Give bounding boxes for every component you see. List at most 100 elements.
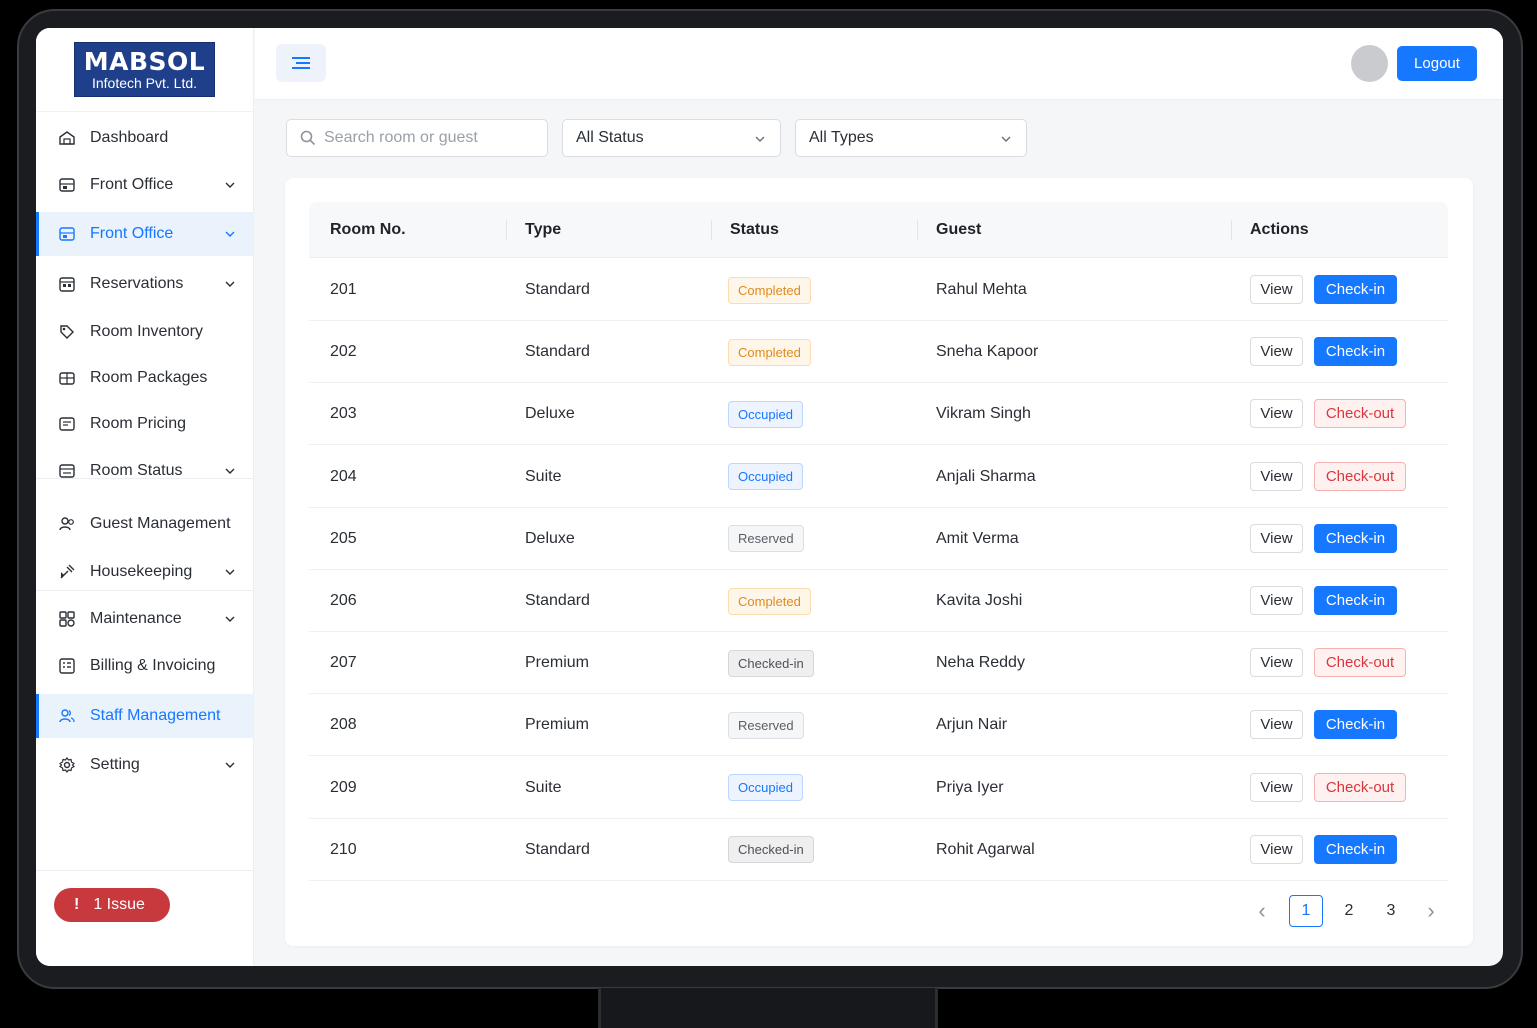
status-badge: Completed (728, 587, 811, 615)
page-button-3[interactable]: 3 (1374, 895, 1408, 927)
sidebar-item-front-office[interactable]: Front Office (36, 212, 254, 256)
sidebar-item-front-office[interactable]: Front Office (36, 163, 254, 207)
status-cell: Checked-in (728, 819, 814, 881)
type-filter-select[interactable]: All Types (795, 119, 1027, 157)
table-header: Room No. Type Status Guest Actions (309, 202, 1448, 258)
sidebar-item-maintenance[interactable]: Maintenance (36, 597, 254, 641)
user-avatar[interactable] (1351, 45, 1388, 82)
status-badge: Completed (728, 276, 811, 304)
view-button[interactable]: View (1250, 710, 1303, 740)
app-screen: MABSOL Infotech Pvt. Ltd. Dashboard Front… (36, 28, 1503, 966)
sidebar-item-housekeeping[interactable]: Housekeeping (36, 550, 254, 594)
sidebar-item-billing-invoicing[interactable]: Billing & Invoicing (36, 644, 254, 688)
logo-area: MABSOL Infotech Pvt. Ltd. (36, 28, 253, 112)
column-separator (1231, 220, 1232, 240)
check-in-button[interactable]: Check-in (1314, 523, 1397, 553)
view-button[interactable]: View (1250, 586, 1303, 615)
search-input[interactable] (324, 129, 524, 147)
status-badge: Occupied (728, 463, 803, 491)
view-button[interactable]: View (1250, 772, 1303, 802)
alert-icon: ! (74, 896, 80, 913)
chevron-down-icon (224, 758, 236, 770)
front-office-icon (58, 176, 76, 194)
room-type-cell: Deluxe (525, 405, 575, 423)
column-separator (506, 220, 507, 240)
view-button[interactable]: View (1250, 337, 1303, 367)
status-badge: Reserved (728, 525, 804, 553)
sidebar-item-room-status[interactable]: Room Status (36, 449, 254, 493)
sidebar-item-label: Reservations (90, 275, 184, 292)
table-row: 201 Standard Completed Rahul Mehta View Check… (309, 259, 1448, 321)
sidebar-item-room-inventory[interactable]: Room Inventory (36, 310, 254, 354)
chevron-down-icon (224, 612, 236, 624)
table-row: 202 Standard Completed Sneha Kapoor View Chec… (309, 321, 1448, 384)
sidebar-item-reservations[interactable]: Reservations (36, 262, 254, 306)
table-row: 210 Standard Checked-in Rohit Agarwal View Ch… (309, 819, 1448, 881)
check-out-button[interactable]: Check-out (1314, 461, 1406, 491)
prev-page-button[interactable]: ‹ (1247, 895, 1277, 927)
status-badge: Checked-in (728, 649, 814, 677)
logout-button[interactable]: Logout (1397, 46, 1477, 81)
rooms-table-card: Room No. Type Status Guest Actions 201 St… (285, 178, 1473, 946)
chevron-down-icon (224, 565, 236, 577)
check-out-button[interactable]: Check-out (1314, 399, 1406, 429)
chevron-down-icon (224, 464, 236, 476)
menu-icon (292, 57, 310, 69)
next-page-button[interactable]: › (1416, 895, 1446, 927)
check-out-button[interactable]: Check-out (1314, 648, 1406, 678)
issue-button[interactable]: ! 1 Issue (54, 888, 170, 922)
check-in-button[interactable]: Check-in (1314, 586, 1397, 615)
column-separator (917, 220, 918, 240)
staff-management-icon (58, 707, 76, 725)
status-badge: Occupied (728, 774, 803, 802)
nav-divider (36, 590, 254, 591)
status-badge: Checked-in (728, 836, 814, 864)
room-type-cell: Premium (525, 716, 590, 734)
sidebar-item-room-pricing[interactable]: Room Pricing (36, 402, 254, 446)
status-cell: Completed (728, 321, 811, 383)
column-header-type[interactable]: Type (525, 202, 561, 258)
check-in-button[interactable]: Check-in (1314, 834, 1397, 864)
chevron-down-icon (1001, 136, 1011, 142)
view-button[interactable]: View (1250, 461, 1303, 491)
check-in-button[interactable]: Check-in (1314, 275, 1397, 304)
room-number-cell: 209 (330, 778, 357, 796)
sidebar-item-label: Front Office (90, 176, 174, 193)
room-number-cell: 201 (330, 281, 357, 298)
room-type-cell: Suite (525, 467, 562, 485)
guest-name-cell: Rahul Mehta (936, 281, 1027, 298)
nav-divider (36, 478, 254, 479)
view-button[interactable]: View (1250, 275, 1303, 304)
guest-name-cell: Neha Reddy (936, 654, 1025, 672)
column-header-room[interactable]: Room No. (330, 202, 406, 258)
monitor-stand (598, 988, 938, 1028)
check-in-button[interactable]: Check-in (1314, 710, 1397, 740)
column-header-status[interactable]: Status (730, 202, 779, 258)
sidebar-item-dashboard[interactable]: Dashboard (36, 116, 254, 160)
status-cell: Reserved (728, 694, 804, 756)
room-number-cell: 207 (330, 654, 357, 672)
view-button[interactable]: View (1250, 648, 1303, 678)
check-out-button[interactable]: Check-out (1314, 772, 1406, 802)
sidebar-item-room-packages[interactable]: Room Packages (36, 356, 254, 400)
room-type-cell: Deluxe (525, 529, 575, 547)
room-number-cell: 208 (330, 716, 357, 734)
table-row: 209 Suite Occupied Priya Iyer View Check-out (309, 757, 1448, 819)
sidebar-item-staff-management[interactable]: Staff Management (36, 694, 254, 738)
issue-label: 1 Issue (93, 896, 145, 913)
brand-logo[interactable]: MABSOL Infotech Pvt. Ltd. (74, 42, 215, 97)
view-button[interactable]: View (1250, 834, 1303, 864)
page-button-2[interactable]: 2 (1332, 895, 1366, 927)
dashboard-icon (58, 129, 76, 147)
page-button-1[interactable]: 1 (1289, 895, 1323, 927)
sidebar-item-label: Maintenance (90, 610, 182, 627)
sidebar-item-guest-management[interactable]: Guest Management (36, 502, 254, 546)
menu-toggle-button[interactable] (276, 44, 326, 82)
check-in-button[interactable]: Check-in (1314, 337, 1397, 367)
sidebar-item-setting[interactable]: Setting (36, 743, 254, 787)
column-header-guest[interactable]: Guest (936, 202, 981, 258)
brand-name: MABSOL (83, 47, 206, 76)
view-button[interactable]: View (1250, 523, 1303, 553)
view-button[interactable]: View (1250, 399, 1303, 429)
status-filter-select[interactable]: All Status (562, 119, 781, 157)
